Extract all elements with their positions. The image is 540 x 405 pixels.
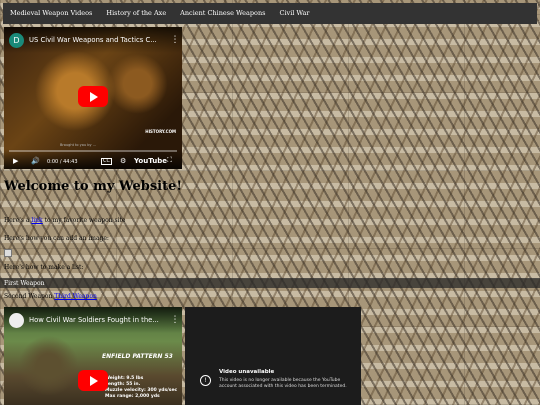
broken-image-icon [4, 249, 12, 257]
unavailable-title: Video unavailable [219, 369, 275, 375]
list-bar [0, 278, 540, 288]
video-caption: Brought to you by ... [60, 143, 96, 147]
nav-link-medieval-weapon-videos[interactable]: Medieval Weapon Videos [3, 3, 99, 24]
play-button[interactable] [78, 86, 108, 107]
play-button[interactable] [78, 370, 108, 391]
page: { "nav": { "items": [ {"label": "Medieva… [0, 0, 540, 405]
more-options-icon[interactable]: ⋮ [168, 35, 182, 45]
progress-bar[interactable] [9, 150, 177, 152]
settings-gear-icon[interactable]: ⚙ [120, 157, 126, 165]
video-title[interactable]: US Civil War Weapons and Tactics C... [29, 36, 168, 44]
list-item-second-label: Second Weapon [4, 293, 53, 300]
video-header: D US Civil War Weapons and Tactics C... … [4, 27, 182, 53]
more-options-icon[interactable]: ⋮ [168, 315, 182, 325]
stat-max-range: Max range: 2,000 yds [105, 394, 160, 399]
nav-link-history-of-the-axe[interactable]: History of the Axe [99, 3, 173, 24]
video-title[interactable]: How Civil War Soldiers Fought in the... [29, 316, 168, 324]
p1-prefix: Here's a [4, 217, 30, 224]
fullscreen-icon[interactable]: ⛶ [167, 156, 172, 165]
list-item-first: First Weapon [4, 280, 45, 287]
page-heading: Welcome to my Website! [4, 179, 183, 194]
youtube-logo[interactable]: YouTube [134, 157, 167, 165]
youtube-embed-civil-war-soldiers[interactable]: How Civil War Soldiers Fought in the... … [4, 307, 182, 405]
volume-icon[interactable]: 🔊 [31, 157, 40, 165]
p1-suffix: to my favorite weapon site [44, 217, 126, 224]
top-navbar: Medieval Weapon Videos History of the Ax… [3, 3, 537, 24]
youtube-embed-civil-war-weapons[interactable]: D US Civil War Weapons and Tactics C... … [4, 27, 182, 169]
youtube-embed-unavailable: ! Video unavailable This video is no lon… [185, 307, 361, 405]
nav-link-ancient-chinese-weapons[interactable]: Ancient Chinese Weapons [173, 3, 272, 24]
channel-avatar[interactable] [9, 312, 24, 328]
play-icon[interactable]: ▶ [13, 157, 18, 165]
info-icon: ! [200, 375, 211, 386]
favorite-site-link[interactable]: link [31, 217, 42, 224]
rifle-stats: Weight: 9.5 lbs Length: 55 in. Muzzle ve… [105, 376, 177, 400]
video-watermark: HISTORY.COM [145, 129, 176, 134]
channel-avatar[interactable]: D [9, 32, 24, 48]
list-item-third-link[interactable]: Third Weapon [54, 293, 97, 300]
paragraph-link: Here's a link to my favorite weapon site [4, 217, 125, 224]
list-item-second: Second Weapon Third Weapon [4, 293, 97, 300]
paragraph-image: Here's how you can add an image: [4, 235, 109, 242]
captions-icon[interactable]: CC [101, 158, 112, 165]
unavailable-message: This video is no longer available becaus… [219, 378, 347, 389]
nav-link-civil-war[interactable]: Civil War [272, 3, 316, 24]
video-header: How Civil War Soldiers Fought in the... … [4, 307, 182, 333]
time-display: 0:00 / 44:43 [47, 159, 78, 165]
rifle-overlay-title: ENFIELD PATTERN 53 [102, 353, 173, 360]
paragraph-list: Here's how to make a list: [4, 264, 84, 271]
video-controls: ▶ 🔊 0:00 / 44:43 CC ⚙ YouTube ⛶ [4, 149, 182, 169]
